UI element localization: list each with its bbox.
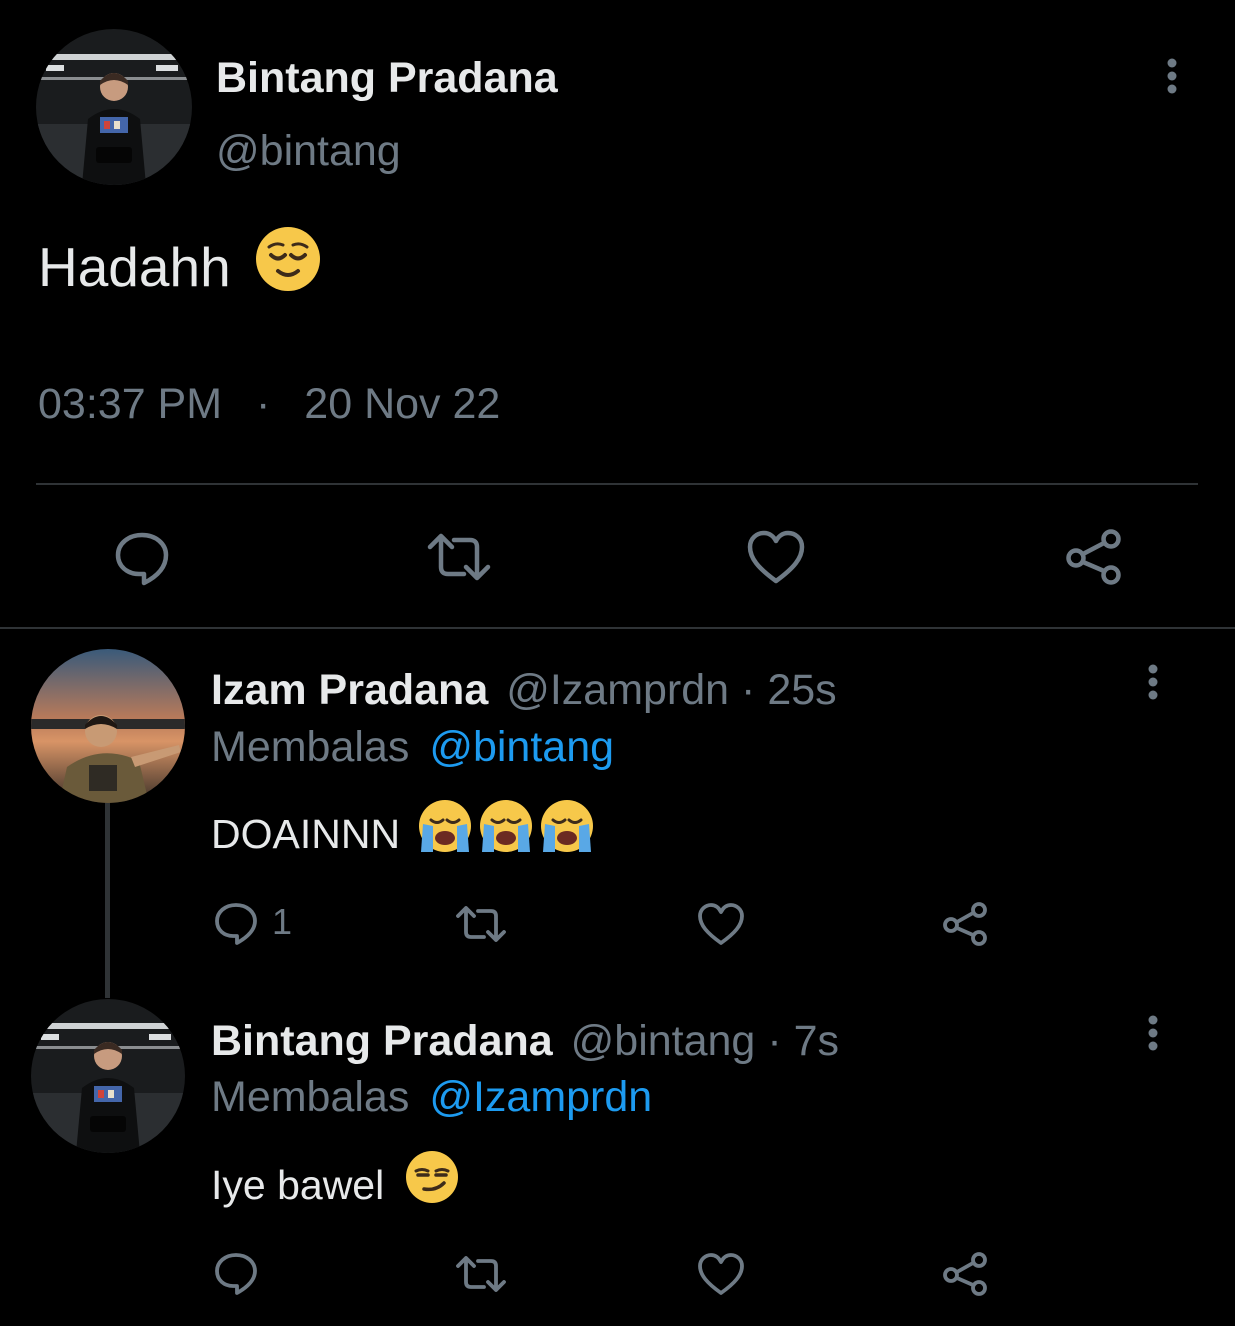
like-icon[interactable]: [696, 901, 746, 947]
replying-to: Membalas @Izamprdn: [211, 1071, 652, 1123]
section-divider: [0, 627, 1235, 629]
retweet-icon[interactable]: [453, 1251, 509, 1297]
share-icon[interactable]: [940, 1250, 990, 1298]
reply-icon[interactable]: [213, 900, 259, 946]
reply-avatar[interactable]: [31, 649, 185, 803]
tweet-text-content: Hadahh: [38, 236, 231, 298]
author-display-name[interactable]: Bintang Pradana: [216, 52, 558, 104]
reply-handle[interactable]: @Izamprdn: [506, 666, 729, 714]
relieved-face-emoji: [254, 225, 322, 309]
thread-line: [105, 800, 110, 998]
reply-count: 1: [272, 901, 293, 942]
tweet-text: Hadahh: [38, 227, 322, 309]
reply-header: Izam Pradana @Izamprdn · 25s: [211, 664, 837, 716]
reply-text-content: Iye bawel: [211, 1162, 385, 1208]
retweet-icon[interactable]: [424, 527, 494, 587]
smirking-face-emoji: [404, 1149, 460, 1219]
loudly-crying-face-emoji: [417, 798, 595, 868]
share-icon[interactable]: [1063, 527, 1125, 587]
reply-text-content: DOAINNN: [211, 811, 401, 857]
reply-display-name[interactable]: Bintang Pradana: [211, 1017, 553, 1065]
reply-text: Iye bawel: [211, 1151, 460, 1219]
reply-display-name[interactable]: Izam Pradana: [211, 666, 488, 714]
replying-to-handle[interactable]: @bintang: [429, 723, 614, 771]
reply-avatar[interactable]: [31, 999, 185, 1153]
like-icon[interactable]: [696, 1251, 746, 1297]
reply-icon[interactable]: [213, 1250, 259, 1296]
divider: [36, 483, 1198, 485]
author-avatar[interactable]: [36, 29, 192, 185]
retweet-icon[interactable]: [453, 901, 509, 947]
author-handle[interactable]: @bintang: [216, 125, 401, 177]
tweet-date: 20 Nov 22: [304, 380, 501, 428]
share-icon[interactable]: [940, 900, 990, 948]
reply-icon[interactable]: [112, 527, 172, 587]
reply-handle[interactable]: @bintang: [571, 1017, 756, 1065]
replying-label: Membalas: [211, 1073, 410, 1121]
like-icon[interactable]: [745, 527, 807, 587]
timestamp-separator: ·: [256, 380, 271, 428]
reply-header: Bintang Pradana @bintang · 7s: [211, 1015, 839, 1067]
reply-age: · 25s: [741, 666, 837, 714]
reply-text: DOAINNN: [211, 800, 595, 868]
more-options-icon[interactable]: [1141, 1015, 1165, 1051]
more-options-icon[interactable]: [1141, 664, 1165, 700]
tweet-timestamp: 03:37 PM · 20 Nov 22: [38, 378, 500, 430]
replying-label: Membalas: [211, 723, 410, 771]
replying-to-handle[interactable]: @Izamprdn: [429, 1073, 652, 1121]
more-options-icon[interactable]: [1160, 58, 1184, 94]
tweet-time: 03:37 PM: [38, 380, 223, 428]
reply-age: · 7s: [767, 1017, 839, 1065]
replying-to: Membalas @bintang: [211, 721, 614, 773]
